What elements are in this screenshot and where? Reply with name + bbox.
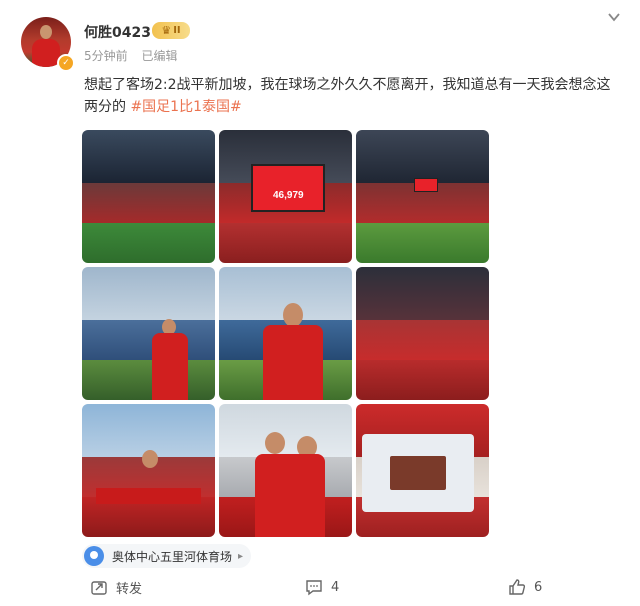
like-icon [509, 579, 526, 595]
comment-icon [306, 580, 322, 596]
location-label: 奥体中心五里河体育场 [112, 549, 233, 564]
comment-count: 4 [331, 579, 340, 595]
photo-9[interactable] [356, 404, 489, 537]
photo-5[interactable] [219, 267, 352, 400]
post-text: 想起了客场2:2战平新加坡，我在球场之外久久不愿离开，我知道总有一天我会想念这两… [84, 74, 624, 118]
repost-button[interactable]: 转发 [90, 578, 142, 597]
chevron-down-icon[interactable] [604, 10, 624, 30]
weibo-post-card: ✓ 何胜0423 ♛ II 5分钟前 已编辑 想起了客场2:2战平新加坡，我在球场… [0, 0, 640, 606]
photo-grid: 46,979 [82, 130, 490, 538]
photo-3[interactable] [356, 130, 489, 263]
photo-4[interactable] [82, 267, 215, 400]
like-button[interactable]: 6 [508, 578, 542, 596]
photo-7[interactable] [82, 404, 215, 537]
action-bar: 转发 4 6 [0, 572, 640, 606]
like-count: 6 [534, 579, 543, 595]
username[interactable]: 何胜0423 [84, 22, 151, 42]
hashtag-link[interactable]: #国足1比1泰国# [130, 99, 241, 115]
post-time[interactable]: 5分钟前 [84, 49, 128, 63]
post-meta: 5分钟前 已编辑 [84, 47, 177, 64]
scoreboard-count: 46,979 [273, 190, 304, 201]
location-tag[interactable]: 奥体中心五里河体育场 ▸ [82, 544, 252, 568]
badge-level: II [173, 25, 181, 36]
crown-icon[interactable]: ♛ II [152, 22, 190, 39]
chevron-right-icon: ▸ [238, 550, 244, 562]
edited-label[interactable]: 已编辑 [141, 49, 177, 63]
repost-icon [91, 580, 107, 595]
photo-8[interactable] [219, 404, 352, 537]
comment-button[interactable]: 4 [305, 578, 339, 596]
photo-6[interactable] [356, 267, 489, 400]
repost-label: 转发 [116, 582, 143, 597]
photo-1[interactable] [82, 130, 215, 263]
photo-2[interactable]: 46,979 [219, 130, 352, 263]
location-icon [84, 546, 104, 566]
verified-icon: ✓ [57, 54, 75, 72]
